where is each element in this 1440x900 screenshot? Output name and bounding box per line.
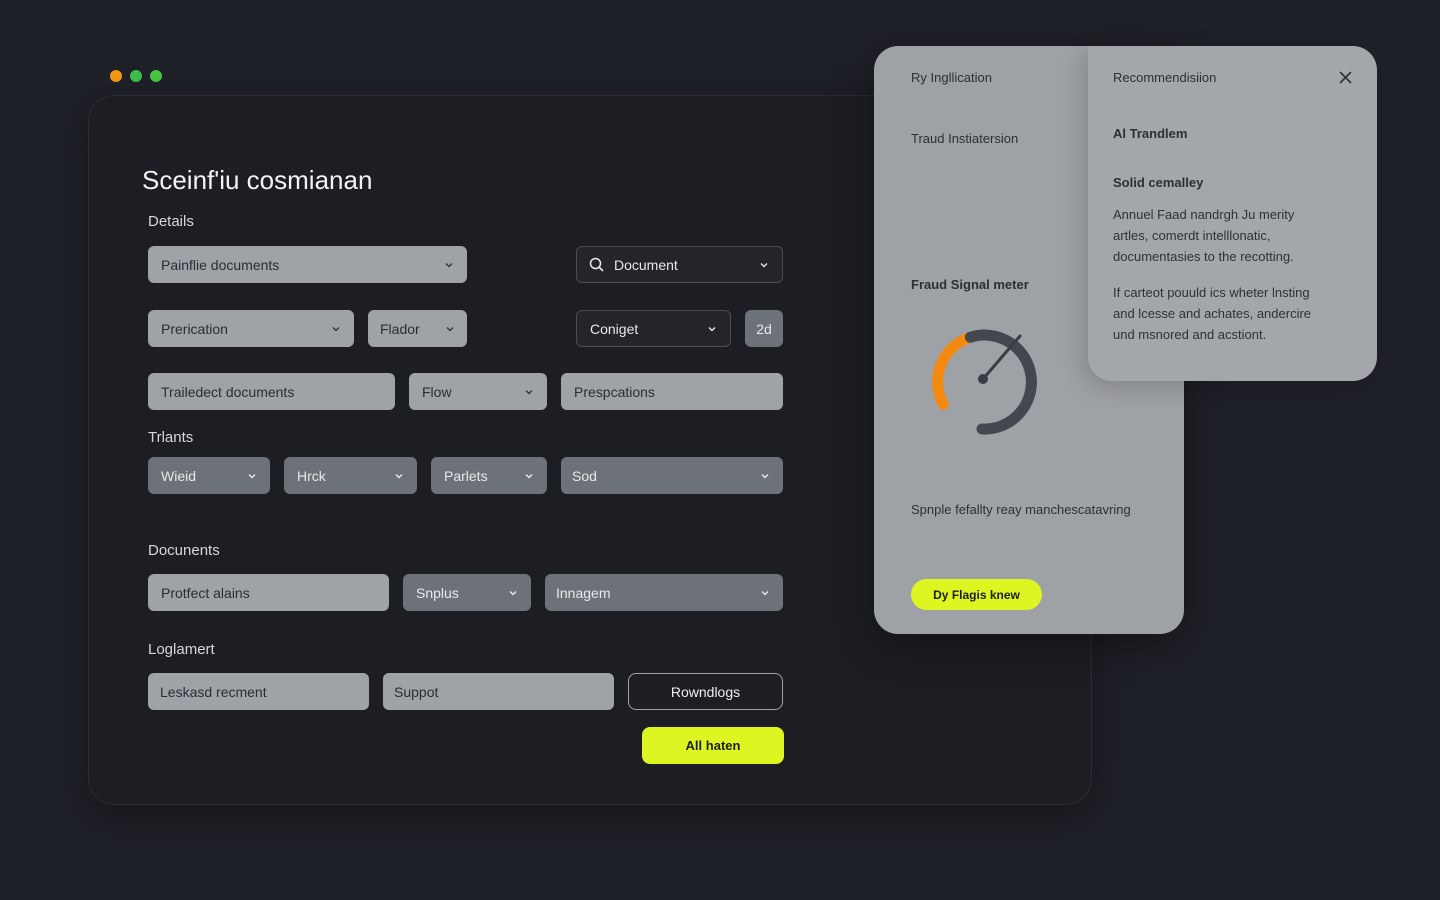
prespcations-field[interactable]: Prespcations [561, 373, 783, 410]
snplus-select-value: Snplus [416, 584, 459, 601]
innagem-select[interactable]: Innagem [545, 574, 783, 611]
document-search-select[interactable]: Document [576, 246, 783, 283]
fraud-signal-meter [932, 329, 1037, 435]
documents-select-value: Painflie documents [161, 256, 280, 273]
side-panel-header: Ry Ingllication [911, 70, 992, 85]
innagem-select-value: Innagem [556, 584, 611, 601]
paragraph-line: artles, comerdt intelllonatic, [1113, 228, 1271, 243]
flagis-knew-button[interactable]: Dy Flagis knew [911, 579, 1042, 610]
sod-select-value: Sod [572, 467, 597, 484]
paragraph-line: und msnored and acstiont. [1113, 327, 1267, 342]
protfect-alains-field[interactable]: Protfect alains [148, 574, 389, 611]
section-documents-heading: Docunents [148, 542, 220, 559]
wieid-select[interactable]: Wieid [148, 457, 270, 494]
snplus-select[interactable]: Snplus [403, 574, 531, 611]
paragraph-line: Annuel Faad nandrgh Ju merity [1113, 207, 1295, 222]
maximize-dot[interactable] [150, 70, 162, 82]
parlets-select-value: Parlets [444, 467, 488, 484]
page-title: Sceinf'iu cosmianan [142, 165, 373, 195]
meter-arc-filled [932, 331, 976, 410]
flow-select[interactable]: Flow [409, 373, 547, 410]
recommendation-subtitle: Solid cemalley [1113, 175, 1204, 190]
documents-select[interactable]: Painflie documents [148, 246, 467, 283]
chevron-down-icon [707, 324, 717, 334]
recommendation-paragraph-1: Annuel Faad nandrgh Ju merity artles, co… [1113, 204, 1294, 267]
section-trants-heading: Trlants [148, 429, 194, 446]
minimize-dot[interactable] [130, 70, 142, 82]
section-logement-heading: Loglamert [148, 641, 215, 658]
trailed-documents-value: Trailedect documents [161, 383, 295, 400]
window-controls [110, 70, 162, 82]
paragraph-line: documentasies to the recotting. [1113, 249, 1294, 264]
document-search-content: Document [589, 257, 678, 273]
search-icon [589, 257, 604, 272]
meter-hub [978, 374, 988, 384]
prerication-select-value: Prerication [161, 320, 228, 337]
chevron-down-icon [394, 471, 404, 481]
paragraph-line: and lcesse and achates, andercire [1113, 306, 1312, 321]
chevron-down-icon [247, 471, 257, 481]
flador-select-value: Flador [380, 320, 420, 337]
suppot-value: Suppot [394, 683, 439, 700]
close-icon[interactable] [1339, 71, 1352, 84]
section-details-heading: Details [148, 213, 194, 230]
paragraph-line: If carteot pouuld ics wheter lnsting [1113, 285, 1310, 300]
flagis-knew-label: Dy Flagis knew [933, 587, 1020, 602]
count-badge-label: 2d [756, 320, 772, 337]
all-haten-button[interactable]: All haten [642, 727, 784, 764]
wieid-select-value: Wieid [161, 467, 197, 484]
close-dot[interactable] [110, 70, 122, 82]
chevron-down-icon [524, 471, 534, 481]
trailed-documents-field[interactable]: Trailedect documents [148, 373, 395, 410]
coniget-select[interactable]: Coniget [576, 310, 731, 347]
flow-select-value: Flow [422, 383, 452, 400]
chevron-down-icon [331, 324, 341, 334]
count-badge-button[interactable]: 2d [745, 310, 783, 347]
protfect-alains-value: Protfect alains [161, 584, 250, 601]
suppot-field[interactable]: Suppot [383, 673, 614, 710]
sod-select[interactable]: Sod [561, 457, 783, 494]
meter-title: Fraud Signal meter [911, 277, 1029, 292]
rowndlogs-label: Rowndlogs [670, 683, 741, 700]
chevron-down-icon [524, 387, 534, 397]
prerication-select[interactable]: Prerication [148, 310, 354, 347]
prespcations-value: Prespcations [574, 383, 655, 400]
recommendation-title: Al Trandlem [1113, 126, 1188, 141]
chevron-down-icon [759, 260, 769, 270]
recommendation-paragraph-2: If carteot pouuld ics wheter lnsting and… [1113, 282, 1311, 345]
leskasd-field[interactable]: Leskasd recment [148, 673, 369, 710]
chevron-down-icon [445, 324, 455, 334]
all-haten-label: All haten [685, 738, 741, 753]
side-panel-subheader: Traud Instiatersion [911, 131, 1019, 146]
parlets-select[interactable]: Parlets [431, 457, 547, 494]
chevron-down-icon [760, 588, 770, 598]
hrck-select-value: Hrck [297, 467, 326, 484]
meter-caption: Spnple fefallty reay manchescatavring [911, 502, 1131, 517]
document-search-label: Document [614, 256, 678, 273]
recommendation-header: Recommendisiion [1113, 70, 1217, 85]
hrck-select[interactable]: Hrck [284, 457, 417, 494]
coniget-select-value: Coniget [590, 320, 639, 337]
leskasd-value: Leskasd recment [160, 683, 267, 700]
chevron-down-icon [444, 260, 454, 270]
flador-select[interactable]: Flador [368, 310, 467, 347]
chevron-down-icon [760, 471, 770, 481]
rowndlogs-button[interactable]: Rowndlogs [628, 673, 783, 710]
chevron-down-icon [508, 588, 518, 598]
